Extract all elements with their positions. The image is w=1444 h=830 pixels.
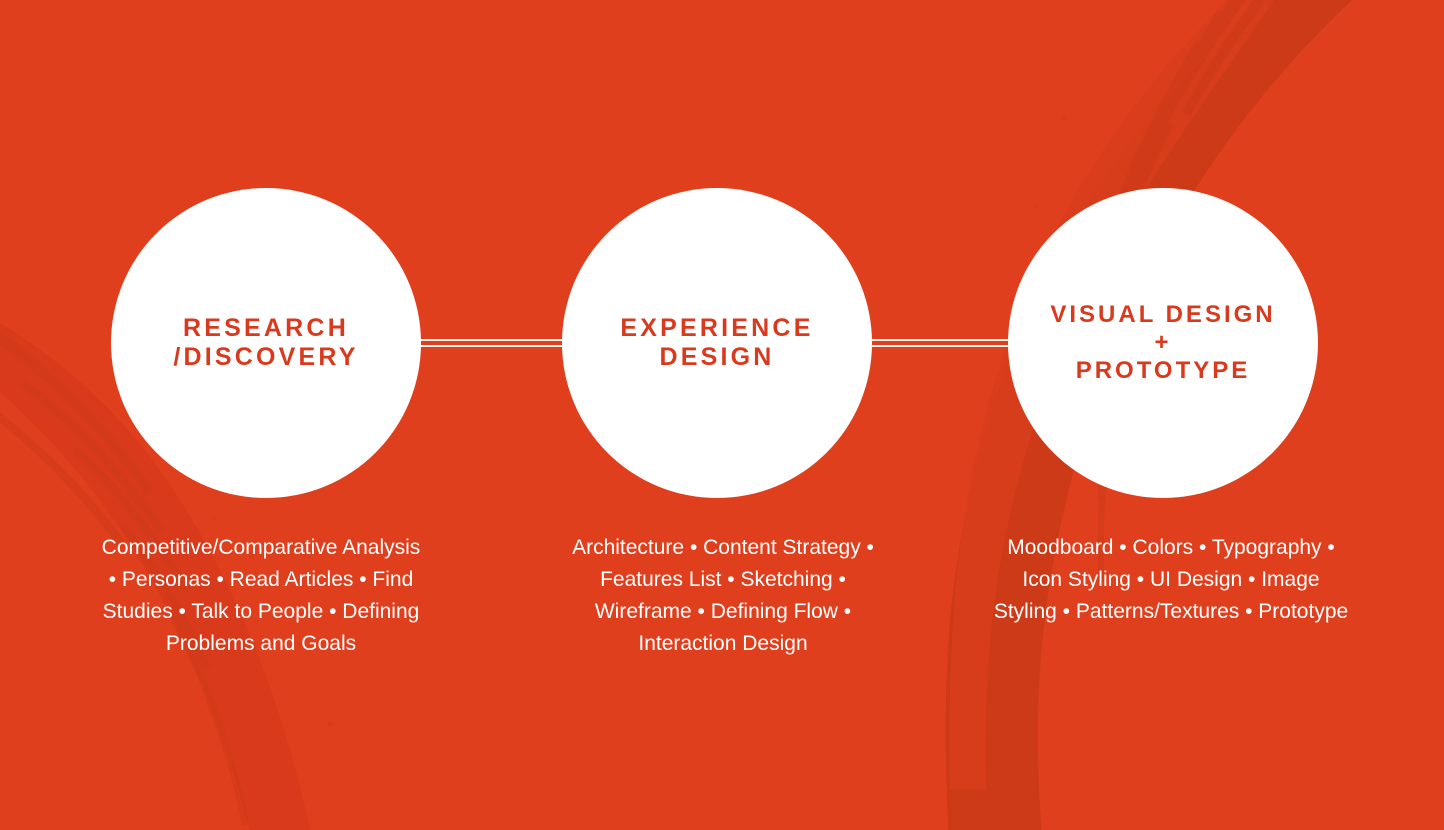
- process-step-circle-research-discovery[interactable]: RESEARCH /DISCOVERY: [111, 188, 421, 498]
- process-step-caption-visual-design-prototype: Moodboard • Colors • Typography • Icon S…: [993, 536, 1349, 623]
- process-step-title: VISUAL DESIGN + PROTOTYPE: [1050, 300, 1276, 385]
- process-step-title: EXPERIENCE DESIGN: [620, 313, 814, 371]
- process-step-caption-research-discovery: Competitive/Comparative Analysis • Perso…: [101, 536, 421, 655]
- process-step-title: RESEARCH /DISCOVERY: [173, 313, 359, 371]
- process-step-circle-visual-design-prototype[interactable]: VISUAL DESIGN + PROTOTYPE: [1008, 188, 1318, 498]
- process-step-circle-experience-design[interactable]: EXPERIENCE DESIGN: [562, 188, 872, 498]
- diagram-canvas: RESEARCH /DISCOVERY EXPERIENCE DESIGN VI…: [0, 0, 1444, 830]
- process-step-caption-experience-design: Architecture • Content Strategy • Featur…: [572, 536, 874, 655]
